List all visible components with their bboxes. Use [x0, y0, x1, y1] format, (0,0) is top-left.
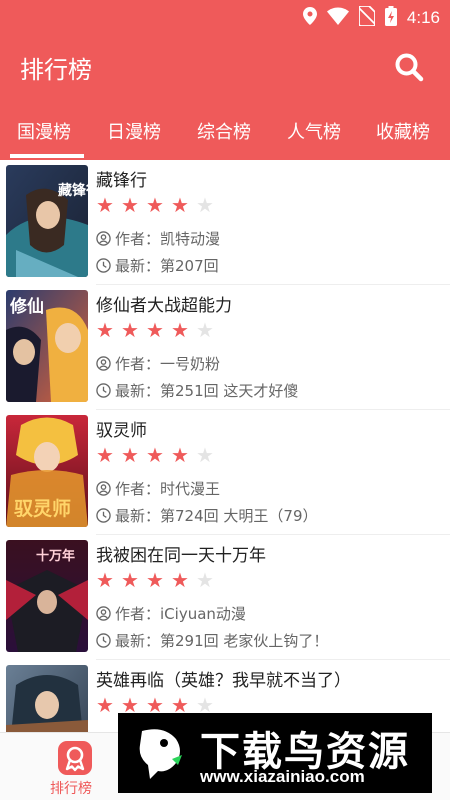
star-icon: ★	[171, 318, 189, 342]
location-icon	[302, 7, 317, 29]
list-item[interactable]: 十万年 我被困在同一天十万年 ★ ★ ★ ★ ★ 作者： iCiyuan动漫 最…	[0, 535, 450, 660]
status-bar: 4:16	[0, 0, 450, 32]
author-name: 时代漫王	[160, 480, 221, 498]
wifi-icon	[326, 7, 349, 29]
ranking-list: 藏锋行 藏锋行 ★ ★ ★ ★ ★ 作者： 凯特动漫 最新： 第207回	[0, 160, 450, 732]
user-icon	[96, 606, 111, 621]
user-icon	[96, 481, 111, 496]
battery-charging-icon	[384, 6, 397, 30]
clock-icon	[96, 508, 111, 523]
comic-title[interactable]: 修仙者大战超能力	[96, 291, 232, 316]
comic-cover[interactable]: 十万年	[6, 540, 88, 652]
latest-prefix: 最新：	[115, 257, 161, 275]
nav-label-ranking[interactable]: 排行榜	[50, 778, 92, 798]
tab-zonghe[interactable]: 综合榜	[197, 118, 251, 144]
search-icon	[395, 53, 424, 82]
user-icon	[96, 356, 111, 371]
svg-text:十万年: 十万年	[36, 548, 75, 564]
status-icons: 4:16	[302, 5, 440, 30]
star-icon: ★	[96, 443, 114, 467]
list-item[interactable]: 修仙 修仙者大战超能力 ★ ★ ★ ★ ★ 作者： 一号奶粉 最新： 第251回…	[0, 285, 450, 410]
star-icon: ★	[196, 568, 214, 592]
comic-cover[interactable]: 修仙	[6, 290, 88, 402]
comic-title[interactable]: 藏锋行	[96, 166, 147, 191]
star-icon: ★	[96, 693, 114, 717]
clock-icon	[96, 633, 111, 648]
tab-indicator	[10, 154, 84, 158]
rating-stars: ★ ★ ★ ★ ★	[96, 568, 214, 592]
svg-text:修仙: 修仙	[9, 296, 44, 317]
clock-icon	[96, 383, 111, 398]
no-sim-icon	[358, 5, 376, 30]
comic-cover[interactable]: 藏锋行	[6, 165, 88, 277]
star-icon: ★	[121, 318, 139, 342]
star-icon: ★	[196, 318, 214, 342]
tab-guoman[interactable]: 国漫榜	[17, 118, 71, 144]
clock-icon	[96, 258, 111, 273]
star-icon: ★	[146, 193, 164, 217]
comic-cover[interactable]: 驭灵师	[6, 415, 88, 527]
ranking-icon[interactable]	[58, 741, 92, 775]
rating-stars: ★ ★ ★ ★ ★	[96, 318, 214, 342]
author-name: iCiyuan动漫	[160, 605, 246, 623]
status-time: 4:16	[406, 8, 440, 27]
app-bar: 排行榜	[0, 32, 450, 102]
author-line: 作者： 一号奶粉	[96, 353, 220, 374]
author-line: 作者： 凯特动漫	[96, 228, 220, 249]
star-icon: ★	[171, 568, 189, 592]
star-icon: ★	[196, 193, 214, 217]
latest-line: 最新： 第291回 老家伙上钩了！	[96, 630, 328, 651]
author-prefix: 作者：	[115, 230, 161, 248]
author-name: 一号奶粉	[160, 355, 221, 373]
star-icon: ★	[121, 193, 139, 217]
user-icon	[96, 231, 111, 246]
star-icon: ★	[96, 318, 114, 342]
search-button[interactable]	[394, 52, 424, 82]
latest-chapter: 第724回 大明王（79）	[160, 507, 318, 525]
watermark-banner: 下载鸟资源 www.xiazainiao.com	[118, 713, 432, 793]
watermark-url: www.xiazainiao.com	[200, 767, 365, 786]
latest-prefix: 最新：	[115, 382, 161, 400]
page-title: 排行榜	[20, 56, 92, 84]
comic-cover[interactable]	[6, 665, 88, 732]
tab-bar: 国漫榜 日漫榜 综合榜 人气榜 收藏榜	[0, 102, 450, 160]
author-line: 作者： iCiyuan动漫	[96, 603, 246, 624]
star-icon: ★	[171, 193, 189, 217]
comic-title[interactable]: 驭灵师	[96, 416, 147, 441]
list-item[interactable]: 藏锋行 藏锋行 ★ ★ ★ ★ ★ 作者： 凯特动漫 最新： 第207回	[0, 160, 450, 285]
latest-chapter: 第291回 老家伙上钩了！	[160, 632, 329, 650]
latest-line: 最新： 第251回 这天才好傻	[96, 380, 298, 401]
star-icon: ★	[146, 443, 164, 467]
author-prefix: 作者：	[115, 480, 161, 498]
star-icon: ★	[96, 568, 114, 592]
latest-prefix: 最新：	[115, 507, 161, 525]
tab-riman[interactable]: 日漫榜	[107, 118, 161, 144]
latest-line: 最新： 第207回	[96, 255, 219, 276]
svg-text:藏锋行: 藏锋行	[58, 182, 88, 199]
comic-title[interactable]: 英雄再临（英雄？我早就不当了）	[96, 666, 351, 691]
star-icon: ★	[146, 568, 164, 592]
star-icon: ★	[121, 568, 139, 592]
latest-chapter: 第207回	[160, 257, 219, 275]
star-icon: ★	[96, 193, 114, 217]
author-name: 凯特动漫	[160, 230, 221, 248]
latest-prefix: 最新：	[115, 632, 161, 650]
latest-line: 最新： 第724回 大明王（79）	[96, 505, 318, 526]
latest-chapter: 第251回 这天才好傻	[160, 382, 299, 400]
author-prefix: 作者：	[115, 355, 161, 373]
rating-stars: ★ ★ ★ ★ ★	[96, 193, 214, 217]
tab-renqi[interactable]: 人气榜	[287, 118, 341, 144]
rating-stars: ★ ★ ★ ★ ★	[96, 443, 214, 467]
author-line: 作者： 时代漫王	[96, 478, 220, 499]
star-icon: ★	[171, 443, 189, 467]
star-icon: ★	[121, 443, 139, 467]
bird-logo-icon	[128, 721, 192, 785]
author-prefix: 作者：	[115, 605, 161, 623]
svg-text:驭灵师: 驭灵师	[14, 498, 71, 520]
comic-title[interactable]: 我被困在同一天十万年	[96, 541, 266, 566]
star-icon: ★	[146, 318, 164, 342]
star-icon: ★	[196, 443, 214, 467]
tab-shoucang[interactable]: 收藏榜	[376, 118, 430, 144]
list-item[interactable]: 驭灵师 驭灵师 ★ ★ ★ ★ ★ 作者： 时代漫王 最新： 第724回 大明王…	[0, 410, 450, 535]
